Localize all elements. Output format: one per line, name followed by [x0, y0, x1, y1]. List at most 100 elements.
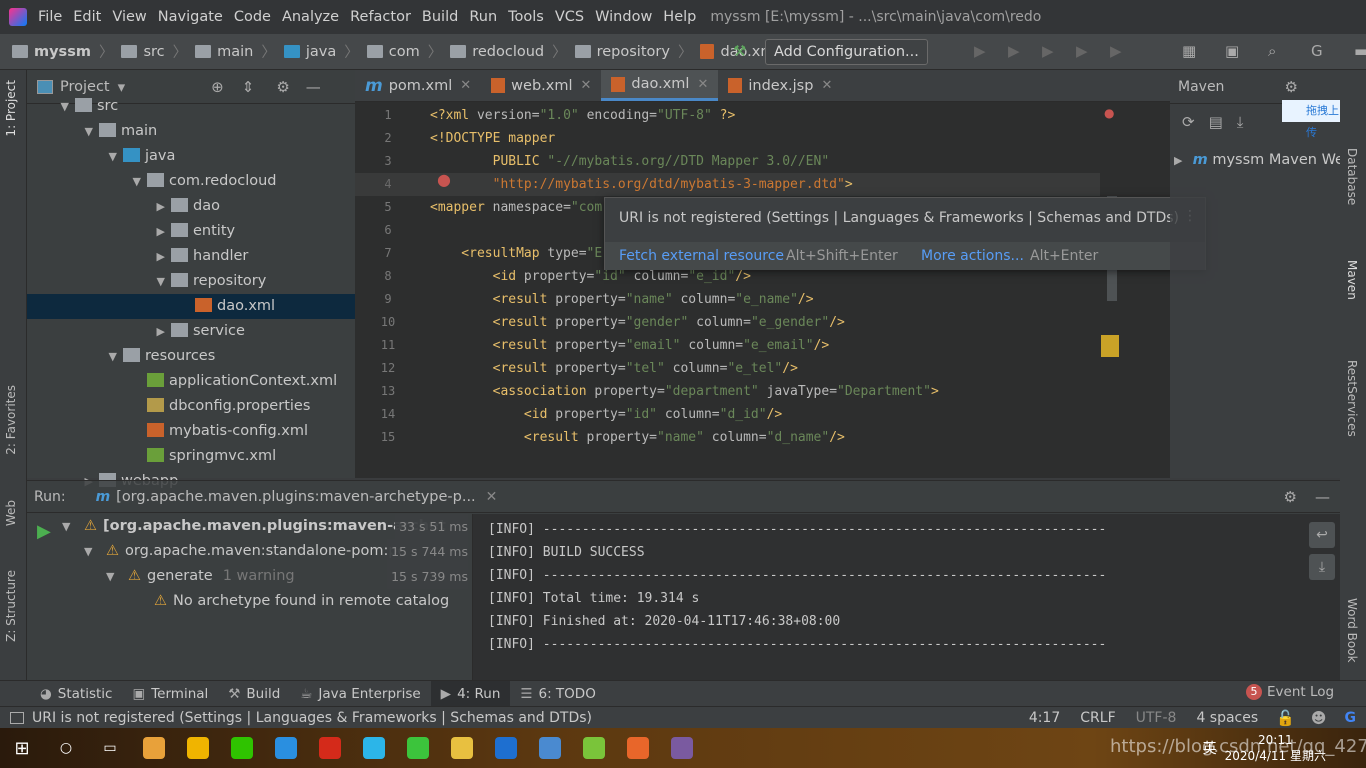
run-tree-item[interactable]: ▼ ⚠ org.apache.maven:standalone-pom:pc 15 s…	[84, 539, 472, 564]
drag-upload-hint[interactable]: 拖拽上传	[1282, 100, 1340, 139]
tree-item-mybatis-config-xml[interactable]: mybatis-config.xml	[27, 419, 308, 444]
chevron-down-icon[interactable]: ▼	[127, 169, 141, 194]
tool-button-6-todo[interactable]: ☰ 6: TODO	[510, 681, 605, 707]
start-button[interactable]: ⊞	[0, 728, 44, 768]
download-icon[interactable]: ⤓	[1237, 113, 1244, 131]
breadcrumb-item[interactable]: main 〉	[195, 41, 276, 62]
tree-item-dbconfig-properties[interactable]: dbconfig.properties	[27, 394, 310, 419]
tab-web-xml[interactable]: web.xml ✕	[481, 70, 601, 101]
taskbar-app-icon[interactable]	[440, 728, 484, 768]
chevron-right-icon[interactable]: ▶	[151, 319, 165, 344]
scroll-to-end-icon[interactable]: ⤓	[1309, 554, 1335, 580]
taskbar-app-icon[interactable]	[484, 728, 528, 768]
encoding[interactable]: UTF-8	[1126, 710, 1187, 726]
taskbar-app-icon[interactable]	[176, 728, 220, 768]
taskbar-app-icon[interactable]	[352, 728, 396, 768]
rerun-icon[interactable]: ▶	[37, 521, 51, 542]
soft-wrap-icon[interactable]: ↩	[1309, 522, 1335, 548]
tree-item-dao-xml[interactable]: dao.xml	[27, 294, 355, 319]
menu-build[interactable]: Build	[422, 9, 458, 25]
web-tool-tab[interactable]: Web	[4, 500, 18, 526]
taskbar-app-icon[interactable]	[264, 728, 308, 768]
maven-tool-tab[interactable]: Maven	[1345, 260, 1359, 300]
tree-item-applicationContext-xml[interactable]: applicationContext.xml	[27, 369, 337, 394]
close-icon[interactable]: ✕	[581, 78, 592, 93]
gear-icon[interactable]: ⚙	[1284, 488, 1297, 506]
inspector-icon[interactable]: ☻	[1303, 709, 1335, 727]
breadcrumb-item[interactable]: java 〉	[283, 41, 359, 62]
chevron-right-icon[interactable]: ▶	[1174, 154, 1188, 167]
menu-analyze[interactable]: Analyze	[282, 9, 339, 25]
error-indicator-icon[interactable]: ●	[1104, 106, 1114, 120]
tree-item-resources[interactable]: ▼ resources	[27, 344, 215, 369]
error-bulb-icon[interactable]: ●	[437, 170, 451, 189]
fetch-external-resource-link[interactable]: Fetch external resource	[619, 248, 784, 264]
taskbar-app-icon[interactable]	[220, 728, 264, 768]
taskbar-app-icon[interactable]	[572, 728, 616, 768]
stop-icon[interactable]: ▶	[1110, 42, 1122, 60]
structure-tool-tab[interactable]: Z: Structure	[4, 570, 18, 642]
translate-icon[interactable]: G	[1311, 42, 1323, 60]
collapse-all-icon[interactable]: ⇕	[242, 78, 255, 96]
search-icon[interactable]: ⌕	[1268, 42, 1276, 60]
run-tab[interactable]: [org.apache.maven.plugins:maven-archetyp…	[116, 489, 476, 505]
coverage-icon[interactable]: ▶	[1042, 42, 1054, 60]
breadcrumb-item[interactable]: src 〉	[121, 41, 187, 62]
favorites-tool-tab[interactable]: 2: Favorites	[4, 385, 18, 455]
maven-project[interactable]: myssm Maven We	[1212, 152, 1340, 168]
taskbar-app-icon[interactable]	[132, 728, 176, 768]
chevron-down-icon[interactable]: ▼	[106, 564, 120, 589]
chevron-down-icon[interactable]: ▼	[62, 514, 76, 539]
add-configuration-button[interactable]: Add Configuration...	[765, 39, 928, 65]
breadcrumb-item[interactable]: repository 〉	[574, 41, 692, 62]
line-separator[interactable]: CRLF	[1070, 710, 1125, 726]
gear-icon[interactable]: ⚙	[276, 78, 289, 96]
event-log-button[interactable]: 5 Event Log	[1246, 684, 1334, 700]
menu-help[interactable]: Help	[663, 9, 696, 25]
chevron-right-icon[interactable]: ▶	[151, 219, 165, 244]
hide-icon[interactable]: —	[306, 78, 321, 96]
chevron-down-icon[interactable]: ▼	[79, 119, 93, 144]
project-view-selector[interactable]: Project	[60, 79, 110, 95]
menu-file[interactable]: File	[38, 9, 62, 25]
tree-item-handler[interactable]: ▶ handler	[27, 244, 248, 269]
tree-item-dao[interactable]: ▶ dao	[27, 194, 220, 219]
menu-vcs[interactable]: VCS	[555, 9, 584, 25]
chevron-down-icon[interactable]: ▼	[103, 144, 117, 169]
terminal-icon[interactable]: ▣	[1225, 42, 1239, 60]
menu-code[interactable]: Code	[234, 9, 271, 25]
tree-item-java[interactable]: ▼ java	[27, 144, 175, 169]
database-tool-tab[interactable]: Database	[1345, 148, 1359, 205]
tool-button-4-run[interactable]: ▶ 4: Run	[430, 680, 511, 707]
chevron-down-icon[interactable]: ▼	[103, 344, 117, 369]
menu-window[interactable]: Window	[595, 9, 652, 25]
run-tree-item[interactable]: ⚠ No archetype found in remote catalog. D…	[106, 589, 450, 614]
tree-item-entity[interactable]: ▶ entity	[27, 219, 235, 244]
tree-item-service[interactable]: ▶ service	[27, 319, 245, 344]
run-icon[interactable]: ▶	[974, 42, 986, 60]
folder-reload-icon[interactable]: ▤	[1209, 113, 1223, 131]
taskbar-app-icon[interactable]	[660, 728, 704, 768]
profile-icon[interactable]: ▶	[1076, 42, 1088, 60]
task-view-icon[interactable]: ▭	[88, 728, 132, 768]
close-icon[interactable]: ✕	[486, 489, 498, 505]
chevron-down-icon[interactable]: ▼	[84, 539, 98, 564]
project-structure-icon[interactable]: ▦	[1182, 42, 1196, 60]
tree-item-com-redocloud[interactable]: ▼ com.redocloud	[27, 169, 276, 194]
chevron-right-icon[interactable]: ▶	[151, 194, 165, 219]
menu-run[interactable]: Run	[469, 9, 497, 25]
taskbar-app-icon[interactable]	[396, 728, 440, 768]
breadcrumb-item[interactable]: redocloud 〉	[450, 41, 567, 62]
tree-item-repository[interactable]: ▼ repository	[27, 269, 266, 294]
chevron-down-icon[interactable]: ▼	[151, 269, 165, 294]
build-hammer-icon[interactable]: ⚒	[733, 42, 746, 60]
tree-item-springmvc-xml[interactable]: springmvc.xml	[27, 444, 276, 469]
tool-button-statistic[interactable]: ◕ Statistic	[30, 681, 122, 707]
search-icon[interactable]: ○	[44, 728, 88, 768]
chevron-right-icon[interactable]: ▶	[151, 244, 165, 269]
taskbar-app-icon[interactable]	[308, 728, 352, 768]
chevron-down-icon[interactable]: ▼	[55, 94, 69, 119]
tool-button-build[interactable]: ⚒ Build	[218, 681, 290, 707]
lock-icon[interactable]: 🔓	[1268, 709, 1303, 727]
tab-pom-xml[interactable]: m pom.xml ✕	[355, 70, 481, 101]
